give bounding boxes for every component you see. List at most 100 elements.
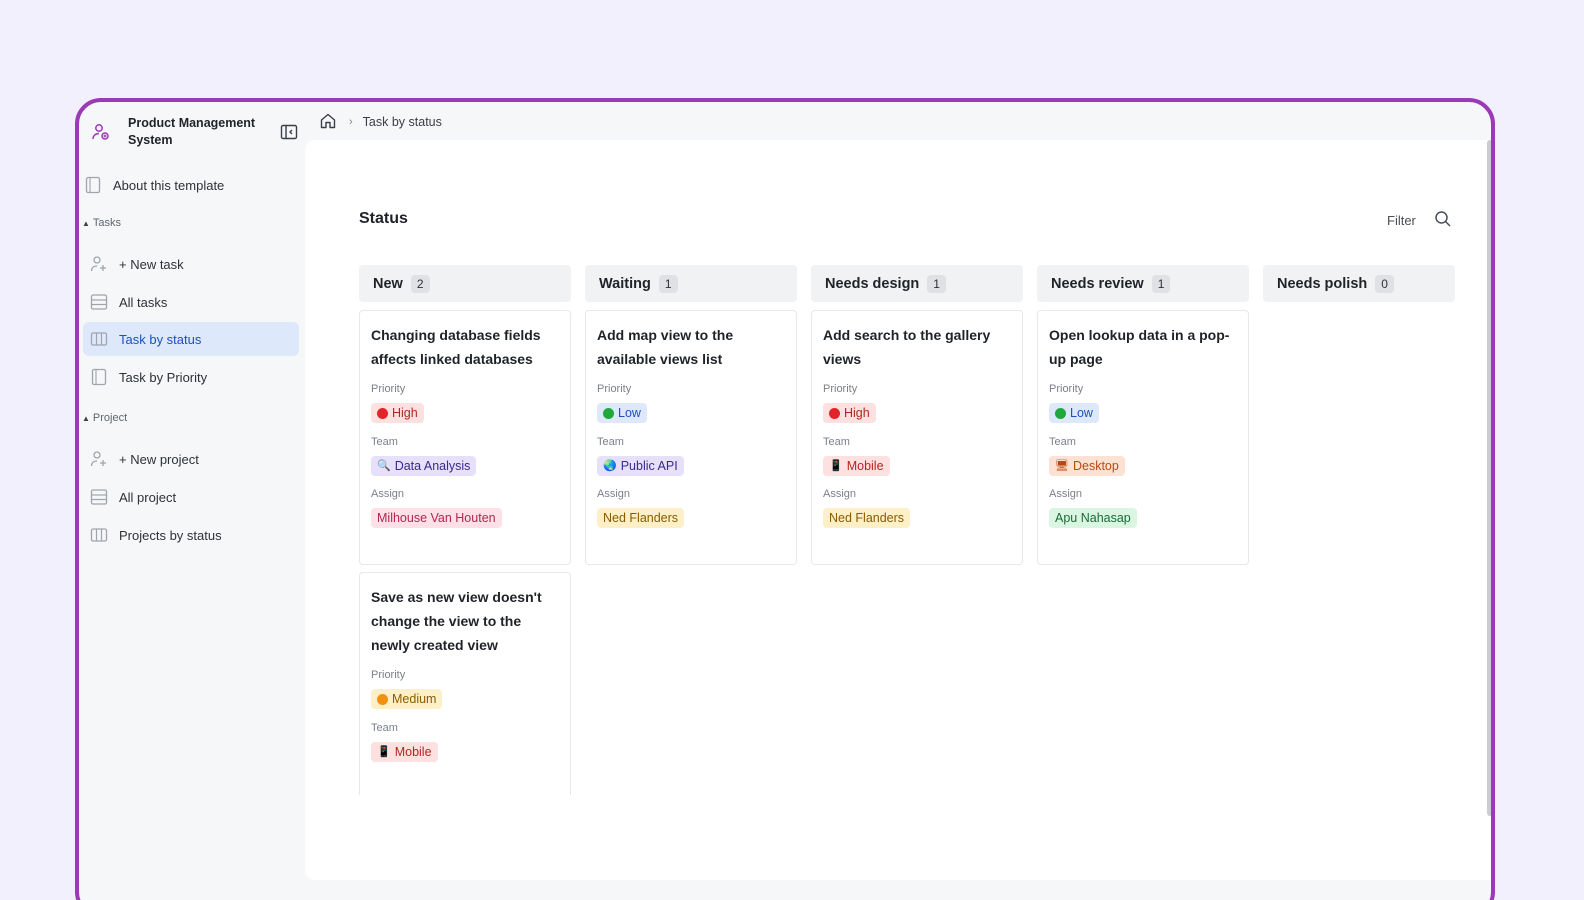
- home-icon[interactable]: [319, 112, 337, 133]
- column-count: 0: [1375, 274, 1394, 293]
- priority-value: High: [392, 406, 418, 420]
- column-header[interactable]: Needs polish 0: [1263, 265, 1455, 302]
- column-title: Needs review: [1051, 275, 1144, 292]
- card-title: Open lookup data in a pop-up page: [1049, 327, 1230, 367]
- task-card[interactable]: Add map view to the available views list…: [585, 310, 797, 565]
- column-waiting: Waiting 1 Add map view to the available …: [585, 265, 797, 565]
- priority-badge: Low: [597, 403, 647, 423]
- add-user-icon: [89, 449, 109, 469]
- card-title: Changing database fields affects linked …: [371, 327, 541, 367]
- assignee-badge: Ned Flanders: [597, 507, 685, 528]
- sidebar-item-all-project[interactable]: All project: [83, 480, 299, 514]
- team-badge: 🔍 Data Analysis: [371, 455, 477, 476]
- mobile-phone-icon: 📱: [377, 745, 391, 758]
- orange-circle-icon: [377, 693, 388, 705]
- breadcrumb: › Task by status: [319, 112, 442, 132]
- section-label: Project: [92, 412, 128, 424]
- sidebar-item-label: Task by status: [119, 331, 202, 347]
- board-icon: [89, 329, 109, 349]
- task-card[interactable]: Save as new view doesn't change the view…: [359, 572, 571, 795]
- field-label: Team: [1049, 435, 1076, 448]
- sidebar-item-label: + New project: [119, 451, 199, 467]
- priority-badge: High: [823, 403, 876, 423]
- breadcrumb-current[interactable]: Task by status: [363, 115, 442, 129]
- sidebar-item-label: All project: [119, 489, 177, 505]
- priority-value: Low: [618, 406, 641, 420]
- sidebar-item-task-by-status[interactable]: Task by status: [83, 322, 299, 356]
- kanban-board: New 2 Changing database fields affects l…: [359, 265, 1455, 795]
- task-card[interactable]: Add search to the gallery views Priority…: [811, 310, 1023, 565]
- sidebar-item-projects-by-status[interactable]: Projects by status: [83, 518, 299, 552]
- card-title: Add map view to the available views list: [597, 327, 734, 367]
- red-circle-icon: [377, 407, 388, 419]
- column-header[interactable]: Needs design 1: [811, 265, 1023, 302]
- document-icon: [89, 367, 109, 387]
- field-label: Team: [597, 435, 624, 448]
- sidebar-item-all-tasks[interactable]: All tasks: [83, 285, 299, 319]
- sidebar: Product Management System About this tem…: [79, 102, 305, 900]
- collapse-sidebar-icon[interactable]: [279, 122, 299, 142]
- field-label: Priority: [823, 383, 858, 395]
- assignee-value: Apu Nahasap: [1055, 510, 1131, 525]
- field-label: Priority: [371, 669, 406, 681]
- column-needs-review: Needs review 1 Open lookup data in a pop…: [1037, 265, 1249, 565]
- caret-up-icon: ▲: [82, 218, 90, 228]
- sidebar-item-new-project[interactable]: + New project: [83, 442, 299, 476]
- team-badge: 📱 Mobile: [371, 741, 438, 762]
- column-needs-design: Needs design 1 Add search to the gallery…: [811, 265, 1023, 565]
- assignee-badge: Milhouse Van Houten: [371, 507, 502, 528]
- section-tasks[interactable]: ▲ Tasks: [82, 217, 121, 229]
- column-header[interactable]: Needs review 1: [1037, 265, 1249, 302]
- sidebar-item-new-task[interactable]: + New task: [83, 247, 299, 281]
- priority-value: Medium: [392, 692, 437, 706]
- field-label: Team: [823, 435, 850, 448]
- add-user-icon: [89, 254, 109, 274]
- team-badge: 🖥 Desktop: [1049, 455, 1125, 476]
- section-project[interactable]: ▲ Project: [82, 412, 127, 424]
- field-label: Priority: [1049, 383, 1084, 395]
- assignee-value: Milhouse Van Houten: [377, 510, 496, 525]
- field-label: Team: [371, 721, 398, 734]
- desktop-computer-icon: 🖥: [1055, 459, 1069, 472]
- mobile-phone-icon: 📱: [829, 459, 843, 472]
- priority-value: High: [844, 406, 870, 420]
- team-badge: 🌏 Public API: [597, 455, 684, 476]
- globe-icon: 🌏: [603, 459, 617, 472]
- red-circle-icon: [829, 407, 840, 419]
- scrollbar[interactable]: [1487, 140, 1491, 816]
- board-icon: [89, 525, 109, 545]
- chevron-right-icon: ›: [349, 116, 353, 128]
- team-badge: 📱 Mobile: [823, 455, 890, 476]
- field-label: Assign: [823, 487, 857, 500]
- field-label: Team: [371, 435, 398, 448]
- task-card[interactable]: Changing database fields affects linked …: [359, 310, 571, 565]
- sidebar-item-label: Task by Priority: [119, 369, 208, 385]
- priority-badge: High: [371, 403, 424, 423]
- card-title: Add search to the gallery views: [823, 327, 991, 367]
- table-icon: [89, 487, 109, 507]
- team-value: Public API: [620, 458, 678, 473]
- field-label: Assign: [1049, 487, 1083, 500]
- app-title: Product Management System: [128, 116, 256, 147]
- priority-badge: Low: [1049, 403, 1099, 423]
- column-title: Needs polish: [1277, 275, 1368, 292]
- column-title: New: [373, 275, 403, 292]
- sidebar-item-about[interactable]: About this template: [83, 168, 299, 202]
- priority-value: Low: [1070, 406, 1093, 420]
- app-window: Product Management System About this tem…: [75, 98, 1495, 900]
- green-circle-icon: [603, 407, 614, 419]
- column-count: 2: [410, 274, 430, 293]
- column-header[interactable]: Waiting 1: [585, 265, 797, 302]
- filter-button[interactable]: Filter: [1387, 213, 1416, 228]
- sidebar-item-label: + New task: [119, 256, 184, 272]
- priority-badge: Medium: [371, 689, 443, 709]
- assignee-badge: Ned Flanders: [823, 507, 911, 528]
- field-label: Assign: [597, 487, 631, 500]
- sidebar-item-task-by-priority[interactable]: Task by Priority: [83, 360, 299, 394]
- search-icon[interactable]: [1433, 209, 1453, 229]
- column-new: New 2 Changing database fields affects l…: [359, 265, 571, 795]
- field-label: Assign: [371, 487, 405, 500]
- column-header[interactable]: New 2: [359, 265, 571, 302]
- task-card[interactable]: Open lookup data in a pop-up page Priori…: [1037, 310, 1249, 565]
- column-count: 1: [658, 274, 678, 293]
